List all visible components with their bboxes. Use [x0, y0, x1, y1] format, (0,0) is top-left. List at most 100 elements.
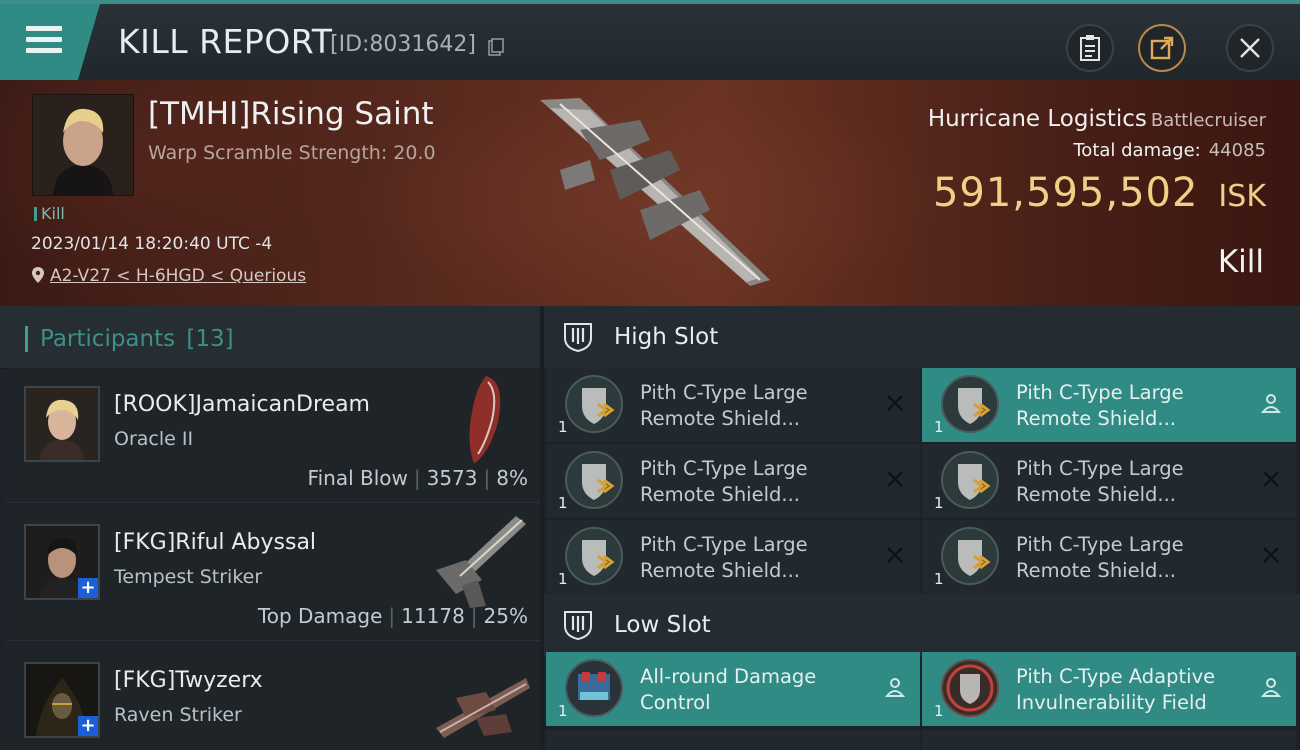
share-icon — [1150, 36, 1174, 60]
participant-name[interactable]: [FKG]Riful Abyssal — [114, 530, 316, 555]
module-item[interactable]: 1 Pith C-Type Large Remote Shield... — [546, 444, 920, 518]
module-name: Pith C-Type Large Remote Shield... — [640, 457, 808, 506]
close-button[interactable] — [1226, 24, 1274, 72]
module-item[interactable]: 1 Pith C-Type Large Remote Shield... — [922, 444, 1296, 518]
kill-result: Kill — [1217, 244, 1264, 280]
module-qty: 1 — [558, 570, 568, 588]
isk-amount: 591,595,502 — [932, 170, 1199, 216]
module-name: Pith C-Type Large Remote Shield... — [1016, 381, 1184, 430]
shield-module-icon — [941, 527, 999, 585]
kill-timestamp: 2023/01/14 18:20:40 UTC -4 — [31, 234, 273, 254]
module-qty: 1 — [558, 418, 568, 436]
ship-name[interactable]: Hurricane Logistics — [928, 106, 1147, 132]
module-item[interactable]: 1 Pith C-Type Adaptive Invulnerability F… — [922, 652, 1296, 726]
participant-ship: Oracle II — [114, 428, 194, 450]
kill-id: [ID:8031642] — [330, 32, 476, 57]
low-slot-title: Low Slot — [614, 612, 711, 638]
low-slot-icon — [564, 611, 592, 640]
participant-row[interactable]: + [FKG]Twyzerx Raven Striker — [6, 644, 540, 750]
module-item[interactable]: 1 Pith C-Type Large Remote Shield... — [546, 520, 920, 594]
high-slot-title: High Slot — [614, 324, 719, 350]
stat-label: Top Damage — [257, 604, 383, 628]
stat-percent: 25% — [483, 604, 528, 628]
participant-row[interactable]: + [FKG]Riful Abyssal Tempest Striker Top… — [6, 506, 540, 641]
total-damage-label: Total damage: — [1073, 140, 1201, 161]
module-qty: 1 — [558, 702, 568, 720]
total-damage-value: 44085 — [1208, 140, 1266, 161]
menu-button[interactable] — [0, 4, 100, 80]
module-item[interactable]: 1 All-round Damage Control — [546, 652, 920, 726]
participants-label: Participants — [40, 326, 176, 352]
top-bar: KILL REPORT [ID:8031642] — [0, 0, 1300, 80]
module-qty: 1 — [934, 570, 944, 588]
participant-avatar — [24, 386, 100, 462]
participant-avatar: + — [24, 662, 100, 738]
page-title: KILL REPORT — [118, 22, 333, 61]
shield-module-icon — [565, 375, 623, 433]
participants-title: Participants [13] — [25, 326, 234, 352]
participant-avatar: + — [24, 524, 100, 600]
module-name: All-round Damage Control — [640, 665, 817, 714]
kill-tag: Kill — [34, 204, 65, 223]
victim-banner: [TMHI]Rising Saint Warp Scramble Strengt… — [0, 80, 1300, 306]
module-qty: 1 — [558, 494, 568, 512]
participant-stats: Final Blow | 3573 | 8% — [307, 466, 528, 490]
module-item[interactable]: 1 Pith C-Type Large Remote Shield... — [922, 368, 1296, 442]
shield-module-icon — [941, 451, 999, 509]
module-name: Pith C-Type Large Remote Shield... — [640, 533, 808, 582]
participant-ship-image — [469, 376, 501, 464]
pilot-avatar-icon — [26, 388, 98, 460]
module-item[interactable]: 1 Pith C-Type Large Remote Shield... — [546, 368, 920, 442]
person-icon[interactable] — [1260, 676, 1282, 698]
module-qty: 1 — [934, 494, 944, 512]
participant-row[interactable]: [ROOK]JamaicanDream Oracle II Final Blow… — [6, 368, 540, 503]
x-icon[interactable] — [884, 544, 906, 566]
high-slot-header: High Slot — [544, 306, 1300, 368]
x-icon[interactable] — [1260, 468, 1282, 490]
close-icon — [1240, 38, 1260, 58]
module-item[interactable] — [546, 730, 920, 750]
kill-location[interactable]: A2-V27 < H-6HGD < Querious — [32, 266, 306, 286]
participant-name[interactable]: [ROOK]JamaicanDream — [114, 392, 370, 417]
module-name: Pith C-Type Adaptive Invulnerability Fie… — [1016, 665, 1216, 714]
module-name: Pith C-Type Large Remote Shield... — [1016, 457, 1184, 506]
copy-icon[interactable] — [488, 38, 504, 56]
victim-name[interactable]: [TMHI]Rising Saint — [148, 96, 434, 132]
victim-ship-image — [540, 98, 770, 286]
module-item[interactable] — [922, 730, 1296, 750]
person-icon[interactable] — [884, 676, 906, 698]
location-pin-icon — [32, 267, 44, 283]
participants-header: Participants [13] — [0, 306, 540, 369]
participant-ship: Tempest Striker — [114, 566, 263, 588]
stat-label: Final Blow — [307, 466, 408, 490]
x-icon[interactable] — [884, 468, 906, 490]
damage-control-icon — [565, 659, 623, 717]
module-qty: 1 — [934, 702, 944, 720]
participants-panel: Participants [13] [ROOK]JamaicanDream Or… — [0, 306, 540, 750]
participant-stats: Top Damage | 11178 | 25% — [257, 604, 528, 628]
report-button[interactable] — [1066, 24, 1114, 72]
participant-ship-image — [436, 678, 530, 738]
participant-name[interactable]: [FKG]Twyzerx — [114, 668, 263, 693]
shield-module-icon — [565, 527, 623, 585]
pilot-avatar-icon — [33, 95, 133, 195]
module-qty: 1 — [934, 418, 944, 436]
hamburger-icon — [26, 26, 62, 59]
ship-class: Battlecruiser — [1150, 110, 1266, 131]
participant-ship-image — [436, 516, 526, 608]
shield-module-icon — [941, 375, 999, 433]
victim-portrait[interactable] — [32, 94, 134, 196]
low-slot-header: Low Slot — [544, 594, 1300, 656]
module-item[interactable]: 1 Pith C-Type Large Remote Shield... — [922, 520, 1296, 594]
stat-damage: 11178 — [401, 604, 465, 628]
x-icon[interactable] — [884, 392, 906, 414]
isk-value: 591,595,502 ISK — [933, 170, 1266, 216]
x-icon[interactable] — [1260, 544, 1282, 566]
participants-count: [13] — [186, 326, 234, 352]
isk-unit: ISK — [1218, 179, 1266, 214]
share-button[interactable] — [1138, 24, 1186, 72]
person-icon[interactable] — [1260, 392, 1282, 414]
plus-icon: + — [78, 716, 98, 736]
shield-module-icon — [565, 451, 623, 509]
location-link[interactable]: A2-V27 < H-6HGD < Querious — [50, 266, 306, 286]
